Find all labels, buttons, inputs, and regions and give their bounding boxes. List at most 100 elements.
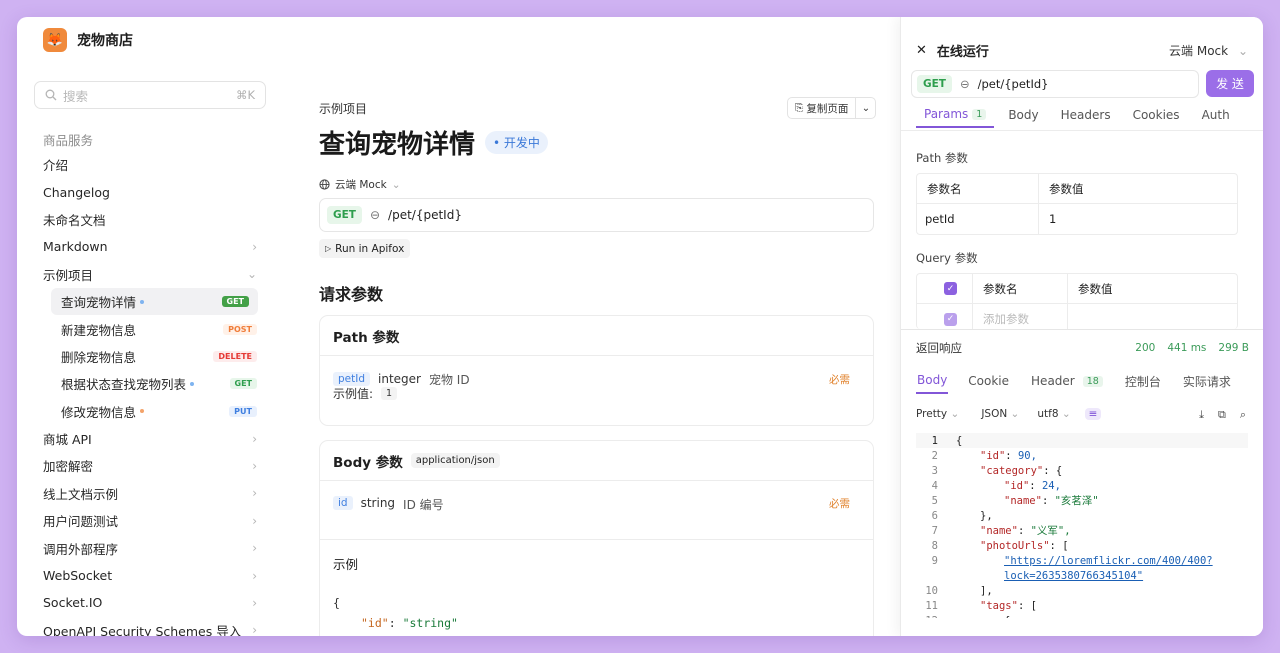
sidebar-item-online-docs[interactable]: 线上文档示例 › — [34, 480, 266, 507]
sidebar-item-websocket[interactable]: WebSocket › — [34, 562, 266, 589]
tab-response-body[interactable]: Body — [916, 368, 949, 394]
tab-count: 18 — [1082, 375, 1103, 387]
example-label: 示例值: — [333, 386, 374, 401]
sidebar-item-changelog[interactable]: Changelog — [34, 178, 266, 205]
chevron-down-icon: ⌄ — [1061, 408, 1071, 420]
sidebar-item-label: 删除宠物信息 — [61, 349, 137, 365]
code-url[interactable]: lock=2635380766345104" — [1004, 570, 1143, 582]
check-icon: ✓ — [944, 312, 957, 326]
sidebar-item-find-pets[interactable]: 根据状态查找宠物列表 GET — [34, 370, 266, 397]
tab-label: Cookies — [1132, 108, 1180, 122]
clipboard-icon: ⎘ — [795, 101, 804, 114]
tab-headers[interactable]: Headers — [1053, 102, 1119, 128]
sidebar-item-untitled[interactable]: 未命名文档 — [34, 206, 266, 233]
format-select[interactable]: Pretty ⌄ — [916, 408, 959, 420]
sidebar-item-external[interactable]: 调用外部程序 › — [34, 534, 266, 561]
code-line: 9 "https://loremflickr.com/400/400? — [916, 553, 1248, 568]
copy-page-button[interactable]: ⎘ 复制页面 ⌄ — [787, 97, 877, 119]
row-checkbox[interactable]: ✓ — [917, 304, 973, 329]
lang-select[interactable]: JSON ⌄ — [981, 408, 1019, 420]
table-row: ✓ 添加参数 — [917, 304, 1237, 329]
code-key: "name" — [1004, 495, 1042, 507]
code-text: "name": "义军", — [956, 523, 1071, 538]
required-label: 必需 — [829, 373, 850, 386]
download-icon[interactable]: ⤓ — [1199, 408, 1204, 422]
sidebar-item-get-pet[interactable]: 查询宠物详情 GET — [51, 287, 258, 316]
tab-response-cookie[interactable]: Cookie — [960, 368, 1017, 394]
line-number: 6 — [931, 509, 938, 522]
app-brand[interactable]: 🦊 宠物商店 — [43, 28, 133, 52]
code-text: "photoUrls": [ — [956, 540, 1069, 552]
sidebar-item-mall-api[interactable]: 商城 API › — [34, 425, 266, 452]
code-line: 10], — [916, 583, 1248, 598]
tab-label: Cookie — [968, 374, 1010, 388]
code-text: "name": "亥茗泽" — [956, 493, 1099, 508]
search-icon[interactable]: ⌕ — [1240, 408, 1246, 422]
card-header: Body 参数 application/json — [320, 441, 873, 481]
param-value-input[interactable] — [1068, 304, 1088, 329]
param-type: integer — [378, 372, 421, 386]
tab-auth[interactable]: Auth — [1194, 102, 1238, 128]
status-badge[interactable]: • 开发中 — [485, 131, 548, 154]
sidebar-item-openapi[interactable]: OpenAPI Security Schemes 导入 › — [34, 617, 266, 636]
runner-url-input[interactable]: GET ⊖ /pet/{petId} — [911, 70, 1199, 98]
tab-cookies[interactable]: Cookies — [1125, 102, 1188, 128]
code-url[interactable]: "https://loremflickr.com/400/400? — [1004, 555, 1213, 567]
sidebar-nav: 介绍 Changelog 未命名文档 Markdown › 示例项目 ⌄ 查询宠物详… — [34, 151, 266, 636]
sidebar-item-crypto[interactable]: 加密解密 › — [34, 452, 266, 479]
search-input[interactable]: 搜索 ⌘K — [34, 81, 266, 109]
runner-path: /pet/{petId} — [977, 77, 1049, 91]
chevron-down-icon: ⌄ — [950, 408, 960, 420]
copy-page-main[interactable]: ⎘ 复制页面 — [788, 101, 855, 116]
example-row: 示例值: 1 — [320, 386, 873, 401]
sidebar-item-create-pet[interactable]: 新建宠物信息 POST — [34, 315, 266, 342]
tab-params[interactable]: Params 1 — [916, 102, 995, 128]
endpoint-url[interactable]: GET ⊖ /pet/{petId} — [319, 198, 874, 232]
sidebar-item-delete-pet[interactable]: 删除宠物信息 DELETE — [34, 343, 266, 370]
sidebar-item-label: 加密解密 — [43, 459, 94, 475]
sidebar-item-update-pet[interactable]: 修改宠物信息 PUT — [34, 398, 266, 425]
line-number: 5 — [931, 494, 938, 507]
add-param-input[interactable]: 添加参数 — [973, 304, 1068, 329]
sidebar-item-intro[interactable]: 介绍 — [34, 151, 266, 178]
tab-body[interactable]: Body — [1000, 102, 1046, 128]
chevron-down-icon: ⌄ — [246, 267, 257, 282]
sidebar-item-markdown[interactable]: Markdown › — [34, 233, 266, 260]
tab-response-header[interactable]: Header 18 — [1023, 368, 1111, 394]
env-label: 云端 Mock — [1169, 44, 1229, 58]
play-icon: ▷ — [325, 244, 332, 253]
sidebar-item-example-project[interactable]: 示例项目 ⌄ — [34, 261, 266, 288]
param-name-cell[interactable]: petId — [917, 204, 1039, 234]
sidebar-item-user-issues[interactable]: 用户问题测试 › — [34, 507, 266, 534]
code-text: { — [956, 615, 1010, 619]
runner-env-selector[interactable]: 云端 Mock ⌄ — [1169, 42, 1248, 59]
encoding-label: utf8 — [1037, 408, 1059, 420]
format-label: Pretty — [916, 408, 948, 420]
sidebar-item-socketio[interactable]: Socket.IO › — [34, 589, 266, 616]
tab-label: Body — [917, 373, 948, 387]
run-in-apifox-button[interactable]: ▷ Run in Apifox — [319, 239, 411, 258]
line-number: 4 — [931, 479, 938, 492]
send-button[interactable]: 发 送 — [1206, 70, 1254, 97]
status-dot — [140, 299, 145, 304]
breadcrumb: 示例项目 — [319, 102, 368, 116]
card-header: Path 参数 — [320, 316, 873, 356]
wrap-icon[interactable]: ≡ — [1084, 408, 1102, 420]
close-icon[interactable]: ✕ — [916, 43, 927, 58]
copy-icon[interactable]: ⧉ — [1218, 408, 1226, 422]
code-text: "category": { — [956, 465, 1062, 477]
chevron-down-icon[interactable]: ⌄ — [855, 98, 875, 118]
sidebar-item-label: 介绍 — [43, 158, 69, 174]
tab-label: Body — [1008, 108, 1039, 122]
select-all-checkbox[interactable]: ✓ — [917, 274, 973, 303]
env-selector[interactable]: 云端 Mock ⌄ — [319, 177, 401, 192]
code-colon: : — [1017, 525, 1031, 537]
param-value-cell[interactable]: 1 — [1039, 204, 1066, 234]
tab-actual-request[interactable]: 实际请求 — [1175, 368, 1239, 394]
sidebar-item-label: 未命名文档 — [43, 212, 106, 228]
method-badge: PUT — [229, 405, 257, 417]
encoding-select[interactable]: utf8 ⌄ — [1037, 408, 1070, 420]
tab-console[interactable]: 控制台 — [1117, 368, 1169, 394]
response-editor[interactable]: 1{2 "id": 90, 3 "category": {4 "id": 24, 5 "na… — [916, 433, 1248, 618]
method-badge: GET — [229, 378, 257, 390]
